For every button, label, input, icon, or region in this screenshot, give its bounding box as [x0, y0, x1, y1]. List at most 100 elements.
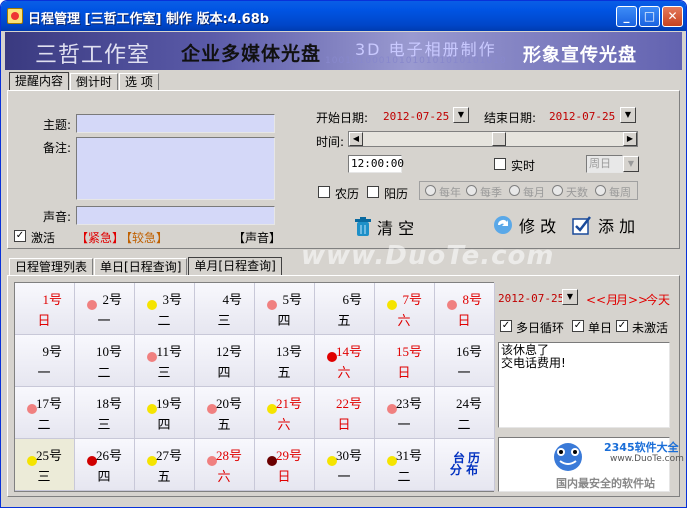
- calendar-weekday: 三: [37, 470, 51, 485]
- calendar-day-number: 25号: [35, 448, 62, 463]
- clear-button[interactable]: 清 空: [355, 215, 414, 239]
- calendar-day-cell[interactable]: 28号六: [195, 439, 255, 491]
- repeat-options: 每年 每季 每月 天数 每周: [419, 181, 638, 200]
- calendar-day-cell[interactable]: 9号一: [15, 335, 75, 387]
- calendar-day-cell[interactable]: 7号六: [375, 283, 435, 335]
- start-date-dropdown[interactable]: ▼: [453, 107, 469, 123]
- calendar-day-cell[interactable]: 27号五: [135, 439, 195, 491]
- tab-countdown[interactable]: 倒计时: [70, 73, 119, 90]
- calendar-day-cell[interactable]: 8号日: [435, 283, 495, 335]
- calendar-day-cell[interactable]: 1号日: [15, 283, 75, 335]
- calendar-day-number: 13号: [275, 344, 302, 359]
- close-button[interactable]: ✕: [662, 6, 683, 27]
- logo-url: www.DuoTe.com: [610, 454, 684, 464]
- calendar-day-number: 28号: [215, 448, 242, 463]
- calendar-day-cell[interactable]: 16号一: [435, 335, 495, 387]
- week-dropdown[interactable]: ▼: [623, 156, 639, 172]
- calendar-day-cell[interactable]: 23号一: [375, 387, 435, 439]
- prev-month-button[interactable]: <<月: [586, 291, 618, 308]
- repeat-weekly-label: 每周: [609, 186, 631, 199]
- tab-single-month[interactable]: 单月[日程查询]: [188, 257, 282, 276]
- banner-bits: 100101000101010101010101010: [325, 56, 507, 66]
- solar-checkbox[interactable]: [367, 186, 379, 198]
- calendar-day-cell[interactable]: 12号四: [195, 335, 255, 387]
- slider-left-arrow[interactable]: ◀: [349, 132, 363, 146]
- tab-single-day[interactable]: 单日[日程查询]: [94, 258, 188, 275]
- calendar-day-number: 12号: [215, 344, 242, 359]
- today-button[interactable]: 今天: [646, 291, 670, 308]
- calendar-day-cell[interactable]: 2号一: [75, 283, 135, 335]
- slider-right-arrow[interactable]: ▶: [623, 132, 637, 146]
- multi-day-checkbox[interactable]: ✓: [500, 320, 512, 332]
- sound-input[interactable]: [76, 206, 275, 225]
- repeat-yearly-radio[interactable]: [425, 185, 436, 196]
- add-button[interactable]: 添 加: [572, 213, 635, 237]
- repeat-weekly-radio[interactable]: [595, 185, 606, 196]
- next-month-button[interactable]: 月>>: [616, 291, 648, 308]
- week-select[interactable]: 周日: [586, 155, 623, 173]
- end-date-value[interactable]: 2012-07-25: [549, 110, 615, 123]
- repeat-monthly-radio[interactable]: [509, 185, 520, 196]
- maximize-button[interactable]: □: [639, 6, 660, 27]
- tab-schedule-list[interactable]: 日程管理列表: [9, 258, 94, 275]
- solar-label: 阳历: [384, 187, 409, 201]
- activate-checkbox[interactable]: ✓: [14, 230, 26, 242]
- calendar-day-cell[interactable]: 17号二: [15, 387, 75, 439]
- subject-input[interactable]: [76, 114, 275, 133]
- calendar-day-cell[interactable]: 31号二: [375, 439, 435, 491]
- calendar-day-cell[interactable]: 22号日: [315, 387, 375, 439]
- modify-button[interactable]: 修 改: [493, 213, 556, 237]
- inactive-checkbox[interactable]: ✓: [616, 320, 628, 332]
- calendar-day-number: 21号: [275, 396, 302, 411]
- calendar-day-cell[interactable]: 24号二: [435, 387, 495, 439]
- calendar-day-cell[interactable]: 台 历分 布: [435, 439, 495, 491]
- calendar-weekday: 五: [157, 470, 171, 485]
- tab-options[interactable]: 选 项: [119, 73, 159, 90]
- clear-label: 清 空: [377, 219, 415, 238]
- single-day-checkbox[interactable]: ✓: [572, 320, 584, 332]
- calendar-day-cell[interactable]: 15号日: [375, 335, 435, 387]
- calendar-day-cell[interactable]: 19号四: [135, 387, 195, 439]
- calendar-weekday: 日: [277, 470, 291, 485]
- banner: 三哲工作室 企业多媒体光盘 3D 电子相册制作 1001010001010101…: [5, 32, 682, 70]
- calendar-day-cell[interactable]: 18号三: [75, 387, 135, 439]
- calendar-day-number: 23号: [395, 396, 422, 411]
- time-slider[interactable]: ◀ ▶: [348, 131, 638, 147]
- realtime-checkbox[interactable]: [494, 158, 506, 170]
- activate-label: 激活: [31, 231, 56, 245]
- sound-button[interactable]: 【声音】: [233, 229, 281, 246]
- calendar-day-cell[interactable]: 26号四: [75, 439, 135, 491]
- calendar-day-cell[interactable]: 21号六: [255, 387, 315, 439]
- tab-reminder[interactable]: 提醒内容: [9, 72, 70, 91]
- calendar-day-cell[interactable]: 29号日: [255, 439, 315, 491]
- calendar-day-cell[interactable]: 11号三: [135, 335, 195, 387]
- start-date-value[interactable]: 2012-07-25: [383, 110, 449, 123]
- calendar-day-cell[interactable]: 6号五: [315, 283, 375, 335]
- calendar-day-cell[interactable]: 5号四: [255, 283, 315, 335]
- event-dot: [147, 300, 157, 310]
- event-dot: [87, 300, 97, 310]
- side-date-value[interactable]: 2012-07-25: [498, 292, 564, 305]
- calendar-day-cell[interactable]: 13号五: [255, 335, 315, 387]
- calendar-day-cell[interactable]: 30号一: [315, 439, 375, 491]
- urgent-label[interactable]: 【紧急】: [76, 229, 124, 246]
- lunar-checkbox[interactable]: [318, 186, 330, 198]
- calendar-weekday: 二: [37, 418, 51, 433]
- side-date-dropdown[interactable]: ▼: [562, 289, 578, 305]
- repeat-quarterly-radio[interactable]: [466, 185, 477, 196]
- calendar-day-number: 31号: [395, 448, 422, 463]
- end-date-dropdown[interactable]: ▼: [620, 107, 636, 123]
- calendar-day-cell[interactable]: 14号六: [315, 335, 375, 387]
- calendar-day-cell[interactable]: 20号五: [195, 387, 255, 439]
- slider-thumb[interactable]: [492, 132, 506, 146]
- day-note-text[interactable]: 该休息了 交电话费用!: [498, 342, 670, 428]
- note-textarea[interactable]: [76, 137, 275, 200]
- minimize-button[interactable]: _: [616, 6, 637, 27]
- calendar-day-cell[interactable]: 4号三: [195, 283, 255, 335]
- important-label[interactable]: 【较急】: [120, 229, 168, 246]
- calendar-day-cell[interactable]: 25号三: [15, 439, 75, 491]
- time-input[interactable]: 12:00:00: [348, 155, 404, 173]
- repeat-days-radio[interactable]: [552, 185, 563, 196]
- calendar-day-cell[interactable]: 3号二: [135, 283, 195, 335]
- calendar-day-cell[interactable]: 10号二: [75, 335, 135, 387]
